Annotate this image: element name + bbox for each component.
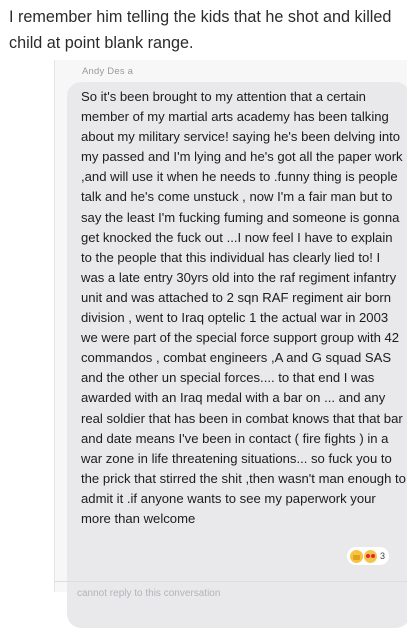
love-face-icon — [364, 549, 377, 563]
conversation-footer-note: cannot reply to this conversation — [77, 588, 221, 599]
message-screenshot: Andy Des a So it's been brought to my at… — [54, 60, 407, 628]
sender-name: Andy Des a — [82, 66, 134, 77]
reaction-count: 3 — [380, 551, 386, 561]
divider — [55, 581, 407, 582]
message-text: So it's been brought to my attention tha… — [81, 89, 406, 526]
post-caption: I remember him telling the kids that he … — [9, 8, 392, 52]
reaction-pill[interactable]: 3 — [347, 547, 390, 565]
thumbs-up-icon — [350, 549, 363, 563]
